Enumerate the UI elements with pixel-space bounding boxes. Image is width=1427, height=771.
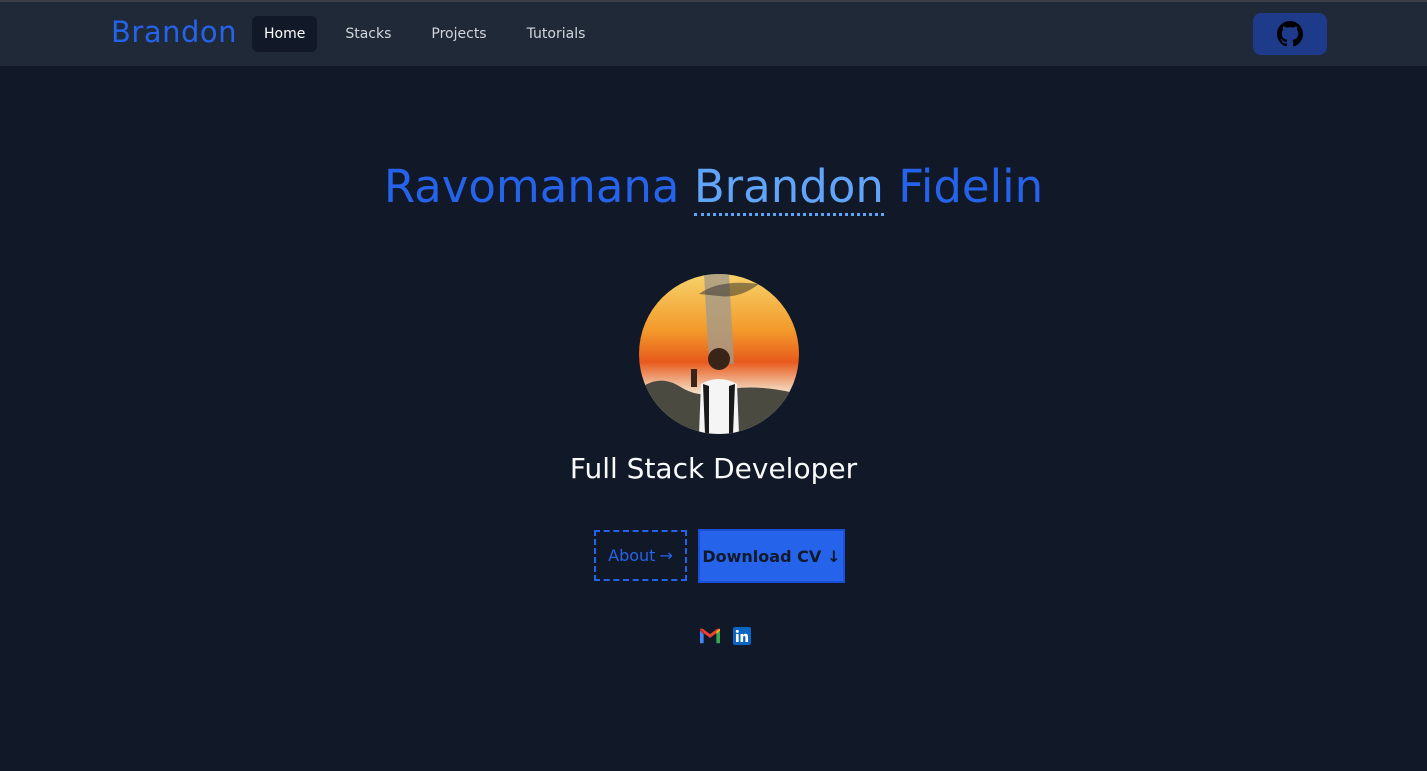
hero-name-middle: Brandon bbox=[693, 160, 884, 216]
about-button-label: About bbox=[608, 546, 656, 565]
nav-link-home[interactable]: Home bbox=[252, 16, 318, 52]
download-cv-label: Download CV bbox=[702, 546, 822, 566]
hero-name-first: Ravomanana bbox=[383, 160, 680, 213]
gmail-icon[interactable] bbox=[700, 626, 720, 646]
hero-name: Ravomanana Brandon Fidelin bbox=[0, 160, 1427, 216]
nav-link-tutorials[interactable]: Tutorials bbox=[515, 16, 598, 52]
social-links bbox=[700, 626, 752, 646]
github-button[interactable] bbox=[1253, 13, 1327, 55]
nav-links: Home Stacks Projects Tutorials bbox=[252, 16, 597, 52]
arrow-right-icon: → bbox=[659, 546, 673, 565]
nav-link-stacks[interactable]: Stacks bbox=[333, 16, 403, 52]
hero-role: Full Stack Developer bbox=[569, 452, 858, 485]
download-cv-button[interactable]: Download CV ↓ bbox=[698, 529, 845, 583]
linkedin-icon[interactable] bbox=[732, 626, 752, 646]
hero-name-last: Fidelin bbox=[898, 160, 1044, 213]
brand-logo[interactable]: Brandon bbox=[111, 15, 237, 49]
arrow-down-icon: ↓ bbox=[827, 546, 841, 566]
avatar bbox=[639, 274, 799, 434]
github-icon bbox=[1277, 21, 1303, 47]
nav-link-projects[interactable]: Projects bbox=[419, 16, 498, 52]
about-button[interactable]: About → bbox=[594, 530, 687, 581]
navbar: Brandon Home Stacks Projects Tutorials bbox=[0, 2, 1427, 66]
